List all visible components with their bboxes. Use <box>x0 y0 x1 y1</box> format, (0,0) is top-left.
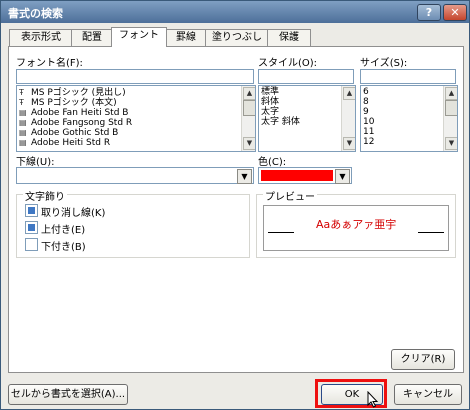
tab-number-format[interactable]: 表示形式 <box>9 29 73 46</box>
list-item[interactable]: ▤ Adobe Heiti Std R <box>19 137 110 148</box>
subscript-checkbox[interactable] <box>25 238 38 251</box>
dialog-window: 書式の検索 ? ✕ 表示形式 配置 フォント 罫線 塗りつぶし 保護 フォント名… <box>0 0 470 410</box>
list-item[interactable]: 太字 斜体 <box>261 117 300 128</box>
underline-label: 下線(U): <box>16 157 55 168</box>
chevron-down-icon[interactable]: ▼ <box>335 169 350 184</box>
scroll-down-icon[interactable]: ▼ <box>445 137 457 150</box>
cursor-icon <box>367 391 379 408</box>
size-label: サイズ(S): <box>360 58 408 69</box>
strikethrough-checkbox[interactable] <box>25 204 38 217</box>
superscript-label[interactable]: 上付き(E) <box>41 221 85 236</box>
size-input[interactable] <box>360 69 456 84</box>
size-list-scrollbar[interactable]: ▲ ▼ <box>443 86 457 151</box>
title-bar[interactable]: 書式の検索 ? ✕ <box>1 1 469 23</box>
font-list-scrollbar[interactable]: ▲ ▼ <box>241 86 255 151</box>
subscript-label[interactable]: 下付き(B) <box>41 238 86 253</box>
style-list[interactable]: 標準 斜体 太字 太字 斜体 ▲ ▼ <box>258 85 356 152</box>
cancel-button[interactable]: キャンセル <box>394 384 462 405</box>
window-title: 書式の検索 <box>8 7 63 20</box>
tab-protection[interactable]: 保護 <box>267 29 311 46</box>
effects-group-label: 文字飾り <box>23 188 67 203</box>
close-button[interactable]: ✕ <box>443 4 467 21</box>
preview-group-label: プレビュー <box>263 188 317 203</box>
font-type-icon: ▤ <box>19 138 27 147</box>
scroll-thumb[interactable] <box>243 100 255 116</box>
font-name-list[interactable]: Ŧ MS Pゴシック (見出し) Ŧ MS Pゴシック (本文) ▤ Adobe Fa… <box>16 85 256 152</box>
superscript-checkbox[interactable] <box>25 221 38 234</box>
style-list-scrollbar[interactable]: ▲ ▼ <box>341 86 355 151</box>
preview-group: プレビュー Aaあぁアァ亜宇 <box>256 188 456 258</box>
style-label: スタイル(O): <box>258 58 318 69</box>
scroll-up-icon[interactable]: ▲ <box>343 87 355 100</box>
color-swatch <box>261 170 333 181</box>
font-tab-panel: フォント名(F): Ŧ MS Pゴシック (見出し) Ŧ MS Pゴシック (本文)… <box>8 46 464 373</box>
font-name-input[interactable] <box>16 69 254 84</box>
clear-button[interactable]: クリア(R) <box>391 349 455 370</box>
underline-select[interactable]: ▼ <box>16 167 254 184</box>
tab-alignment[interactable]: 配置 <box>71 29 113 46</box>
list-item[interactable]: 12 <box>363 137 374 148</box>
color-label: 色(C): <box>258 157 287 168</box>
tab-fill[interactable]: 塗りつぶし <box>205 29 269 46</box>
preview-baseline-left <box>268 232 294 233</box>
scroll-up-icon[interactable]: ▲ <box>243 87 255 100</box>
scroll-up-icon[interactable]: ▲ <box>445 87 457 100</box>
preview-text: Aaあぁアァ亜宇 <box>316 218 397 231</box>
scroll-down-icon[interactable]: ▼ <box>343 137 355 150</box>
choose-format-from-cell-button[interactable]: セルから書式を選択(A)... <box>8 384 128 405</box>
color-select[interactable]: ▼ <box>258 167 352 184</box>
preview-baseline-right <box>418 232 444 233</box>
effects-group: 文字飾り 取り消し線(K) 上付き(E) 下付き(B) <box>16 188 250 258</box>
preview-box: Aaあぁアァ亜宇 <box>263 205 449 251</box>
font-name-label: フォント名(F): <box>16 58 83 69</box>
chevron-down-icon[interactable]: ▼ <box>237 169 252 184</box>
help-button[interactable]: ? <box>417 4 441 21</box>
scroll-thumb[interactable] <box>445 100 457 116</box>
style-input[interactable] <box>258 69 354 84</box>
size-list[interactable]: 6 8 9 10 11 12 ▲ ▼ <box>360 85 458 152</box>
scroll-down-icon[interactable]: ▼ <box>243 137 255 150</box>
tab-font[interactable]: フォント <box>111 27 167 47</box>
tab-border[interactable]: 罫線 <box>165 29 207 46</box>
strikethrough-label[interactable]: 取り消し線(K) <box>41 204 105 219</box>
